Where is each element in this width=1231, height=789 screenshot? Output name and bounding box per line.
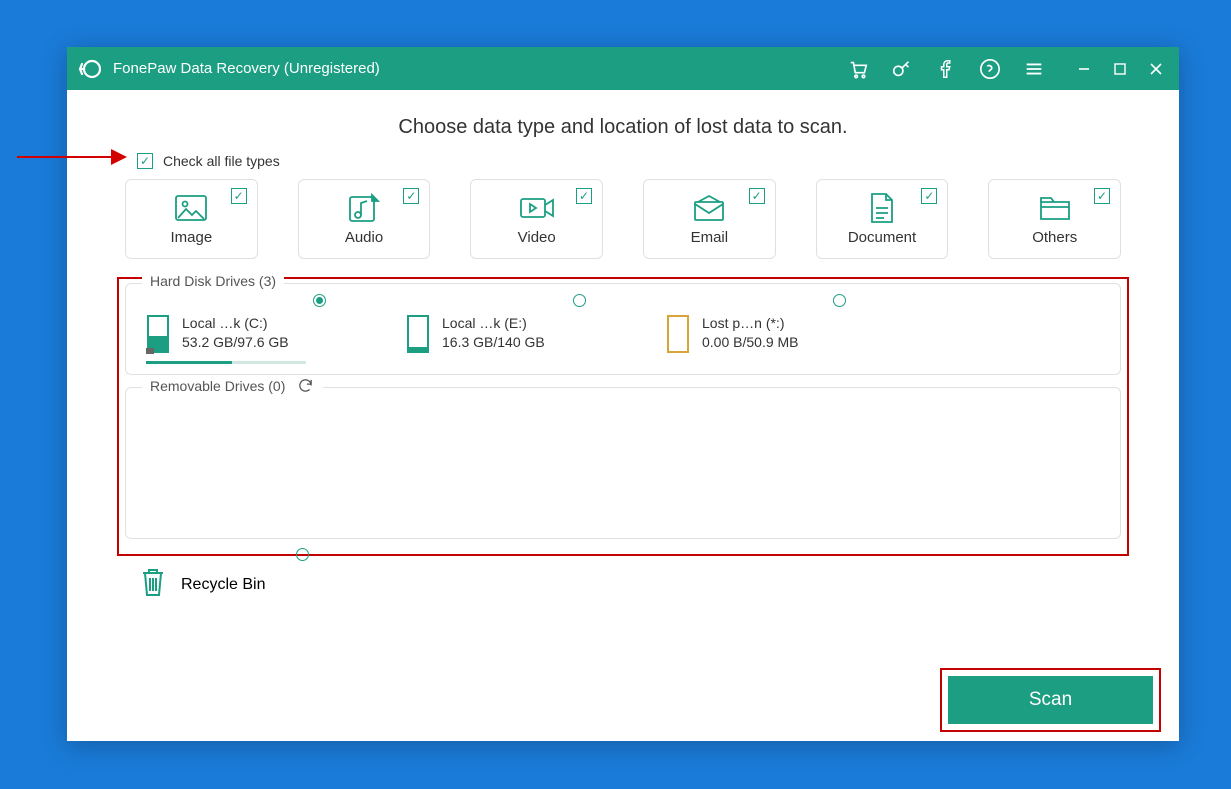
type-email[interactable]: ✓ Email xyxy=(643,179,776,259)
check-all-label: Check all file types xyxy=(163,153,280,169)
page-heading: Choose data type and location of lost da… xyxy=(125,116,1121,139)
check-all-checkbox[interactable]: ✓ xyxy=(137,153,153,169)
image-icon xyxy=(174,193,208,223)
app-logo: FonePaw Data Recovery (Unregistered) xyxy=(77,56,380,82)
facebook-icon[interactable] xyxy=(935,58,957,80)
logo-icon xyxy=(77,56,103,82)
title-bar: FonePaw Data Recovery (Unregistered) xyxy=(67,47,1179,90)
drive-c-radio[interactable] xyxy=(313,294,326,307)
app-window: FonePaw Data Recovery (Unregistered) xyxy=(67,47,1179,741)
drive-lost-radio[interactable] xyxy=(833,294,846,307)
scan-annotation-frame: Scan xyxy=(940,668,1161,732)
hard-disk-group: Hard Disk Drives (3) Local …k (C:) 53.2 … xyxy=(125,283,1121,375)
drive-lost[interactable]: Lost p…n (*:) 0.00 B/50.9 MB xyxy=(666,314,866,354)
type-document[interactable]: ✓ Document xyxy=(816,179,949,259)
app-title: FonePaw Data Recovery (Unregistered) xyxy=(113,60,380,77)
type-audio-label: Audio xyxy=(345,229,383,246)
check-all-row[interactable]: ✓ Check all file types xyxy=(137,153,1121,169)
email-icon xyxy=(692,193,726,223)
drive-c-usage xyxy=(146,361,306,364)
drive-icon xyxy=(666,314,692,354)
recycle-bin-icon xyxy=(139,566,167,603)
type-audio-checkbox[interactable]: ✓ xyxy=(403,188,419,204)
drive-lost-name: Lost p…n (*:) xyxy=(702,314,799,333)
type-others-label: Others xyxy=(1032,229,1077,246)
drives-annotation-frame: Hard Disk Drives (3) Local …k (C:) 53.2 … xyxy=(117,277,1129,556)
drive-c-size: 53.2 GB/97.6 GB xyxy=(182,333,289,352)
type-audio[interactable]: ✓ Audio xyxy=(298,179,431,259)
document-icon xyxy=(868,193,896,223)
audio-icon xyxy=(348,193,380,223)
drive-lost-size: 0.00 B/50.9 MB xyxy=(702,333,799,352)
hard-disk-list: Local …k (C:) 53.2 GB/97.6 GB Local …k (… xyxy=(146,314,1100,354)
type-video-checkbox[interactable]: ✓ xyxy=(576,188,592,204)
close-icon[interactable] xyxy=(1147,60,1165,78)
recycle-bin-radio[interactable] xyxy=(296,548,309,561)
type-video[interactable]: ✓ Video xyxy=(470,179,603,259)
drive-e[interactable]: Local …k (E:) 16.3 GB/140 GB xyxy=(406,314,606,354)
removable-legend: Removable Drives (0) xyxy=(142,377,323,395)
titlebar-actions xyxy=(847,58,1165,80)
scan-button[interactable]: Scan xyxy=(948,676,1153,724)
removable-empty xyxy=(146,418,1100,518)
drive-e-radio[interactable] xyxy=(573,294,586,307)
others-icon xyxy=(1038,193,1072,223)
type-image[interactable]: ✓ Image xyxy=(125,179,258,259)
removable-group: Removable Drives (0) xyxy=(125,387,1121,539)
drive-c-name: Local …k (C:) xyxy=(182,314,289,333)
type-image-label: Image xyxy=(170,229,212,246)
type-grid: ✓ Image ✓ Audio ✓ Video ✓ Email ✓ xyxy=(125,179,1121,259)
maximize-icon[interactable] xyxy=(1111,60,1129,78)
drive-e-size: 16.3 GB/140 GB xyxy=(442,333,545,352)
cart-icon[interactable] xyxy=(847,58,869,80)
minimize-icon[interactable] xyxy=(1075,60,1093,78)
content-area: Choose data type and location of lost da… xyxy=(67,90,1179,627)
window-controls xyxy=(1075,60,1165,78)
video-icon xyxy=(519,193,555,223)
help-icon[interactable] xyxy=(979,58,1001,80)
key-icon[interactable] xyxy=(891,58,913,80)
type-document-checkbox[interactable]: ✓ xyxy=(921,188,937,204)
refresh-icon[interactable] xyxy=(297,377,315,395)
drive-icon xyxy=(146,314,172,354)
type-video-label: Video xyxy=(518,229,556,246)
type-others[interactable]: ✓ Others xyxy=(988,179,1121,259)
type-image-checkbox[interactable]: ✓ xyxy=(231,188,247,204)
type-email-label: Email xyxy=(691,229,729,246)
drive-icon xyxy=(406,314,432,354)
hard-disk-legend: Hard Disk Drives (3) xyxy=(142,273,284,289)
type-email-checkbox[interactable]: ✓ xyxy=(749,188,765,204)
menu-icon[interactable] xyxy=(1023,58,1045,80)
type-others-checkbox[interactable]: ✓ xyxy=(1094,188,1110,204)
type-document-label: Document xyxy=(848,229,916,246)
drive-c[interactable]: Local …k (C:) 53.2 GB/97.6 GB xyxy=(146,314,346,354)
drive-e-name: Local …k (E:) xyxy=(442,314,545,333)
recycle-bin-row[interactable]: Recycle Bin xyxy=(139,566,339,603)
recycle-bin-label: Recycle Bin xyxy=(181,576,265,594)
